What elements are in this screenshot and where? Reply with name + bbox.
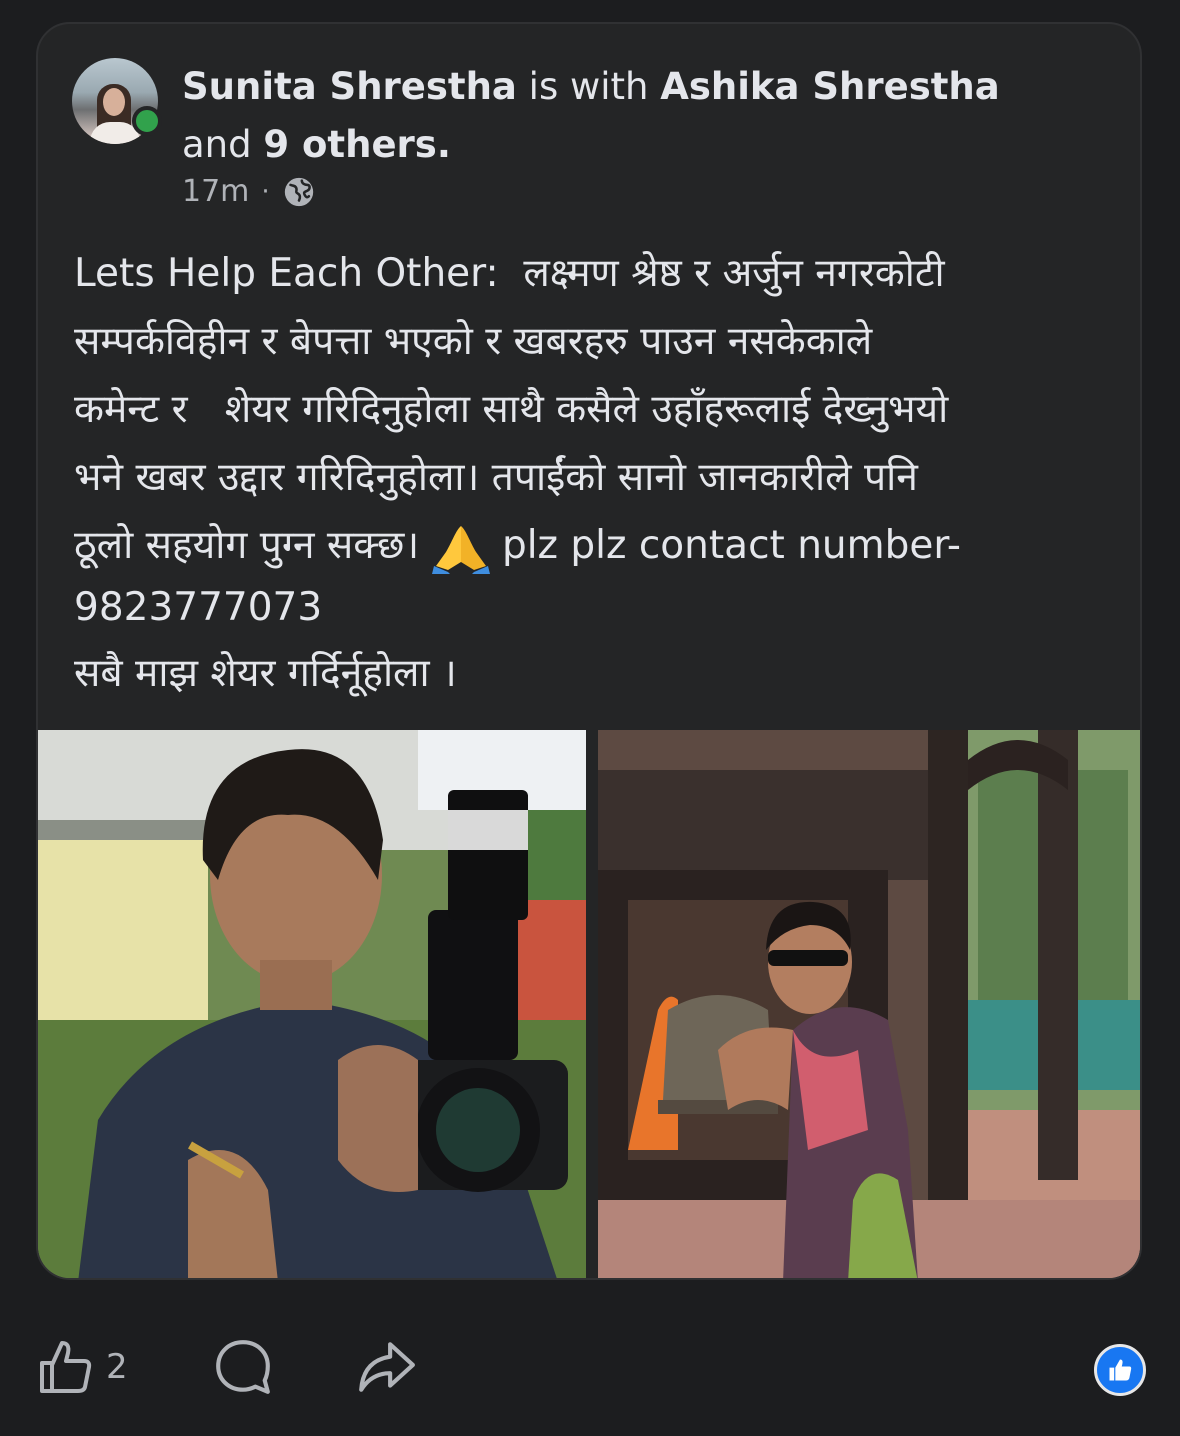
- like-button[interactable]: 2: [36, 1336, 128, 1398]
- comment-button[interactable]: [212, 1336, 274, 1398]
- post-body: Lets Help Each Other: लक्ष्मण श्रेष्ठ र …: [74, 240, 1114, 712]
- photo-man-at-temple-bell[interactable]: [598, 730, 1140, 1278]
- thumbs-up-badge-icon: [1109, 1359, 1132, 1381]
- post-time[interactable]: 17m: [182, 174, 249, 209]
- with-text: is with: [516, 65, 661, 108]
- thumbs-up-icon: [40, 1341, 92, 1393]
- share-button[interactable]: [354, 1336, 418, 1398]
- contact-number[interactable]: 9823777073: [74, 580, 1114, 636]
- post-card: Sunita Shrestha is with Ashika Shrestha …: [36, 22, 1142, 1280]
- folded-hands-emoji: [431, 525, 490, 574]
- author-name[interactable]: Sunita Shrestha: [182, 65, 517, 108]
- post-header: Sunita Shrestha is with Ashika Shrestha …: [182, 58, 1082, 174]
- tagged-name[interactable]: Ashika Shrestha: [660, 65, 1000, 108]
- like-reaction-badge-icon[interactable]: [1094, 1344, 1146, 1396]
- body-line-5-tail: plz plz contact number-: [489, 523, 961, 568]
- share-arrow-icon: [359, 1342, 415, 1392]
- body-line-4: भने खबर उद्दार गरिदिनुहोला। तपाईंको सानो…: [74, 455, 918, 500]
- photo-1-image: [38, 730, 586, 1278]
- globe-icon[interactable]: [282, 175, 316, 209]
- body-line-5: ठूलो सहयोग पुग्न सक्छ। plz plz contact n…: [74, 512, 1114, 580]
- photo-grid: [38, 730, 1140, 1278]
- like-count: 2: [106, 1347, 128, 1387]
- others-link[interactable]: 9 others.: [263, 123, 451, 166]
- post-meta: 17m ·: [182, 174, 316, 209]
- photo-2-image: [598, 730, 1140, 1278]
- post-action-bar: 2: [0, 1316, 1180, 1426]
- body-line-1: Lets Help Each Other: लक्ष्मण श्रेष्ठ र …: [74, 251, 945, 296]
- meta-separator: ·: [261, 176, 270, 207]
- author-avatar[interactable]: [72, 58, 162, 144]
- body-line-2: सम्पर्कविहीन र बेपत्ता भएको र खबरहरु पाउ…: [74, 319, 873, 364]
- comment-bubble-icon: [216, 1340, 270, 1394]
- online-status-dot: [132, 106, 162, 136]
- photo-man-with-camera[interactable]: [38, 730, 586, 1278]
- body-line-3: कमेन्ट र शेयर गरिदिनुहोला साथै कसैले उहा…: [74, 387, 949, 432]
- body-last-line: सबै माझ शेयर गर्दिर्नूहोला ।: [74, 651, 457, 696]
- body-line-5-text: ठूलो सहयोग पुग्न सक्छ।: [74, 523, 432, 568]
- and-text: and: [182, 123, 264, 166]
